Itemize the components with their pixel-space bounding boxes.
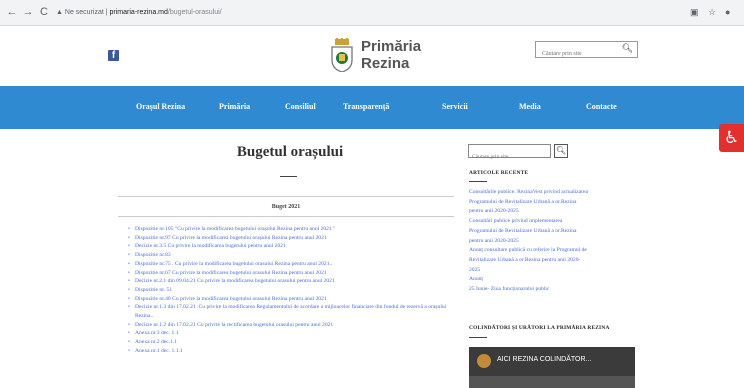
back-arrow-icon[interactable]: ← bbox=[6, 6, 18, 18]
video-thumbnail[interactable]: AICI REZINA COLINDĂTOR... bbox=[469, 347, 635, 388]
nav-item-media[interactable]: Media bbox=[519, 102, 541, 112]
recent-article-link[interactable]: Anunț bbox=[469, 275, 639, 285]
recent-articles-heading: ARTICOLE RECENTE bbox=[469, 170, 529, 176]
url-separator: | bbox=[105, 9, 108, 16]
recent-article-link[interactable]: 25 Iunie- Ziua funcționarului public bbox=[469, 285, 639, 295]
nav-item-consiliul[interactable]: Consiliul bbox=[285, 102, 316, 112]
recent-article-link[interactable]: Consultări publice privind implementarea bbox=[469, 217, 639, 227]
translate-icon[interactable]: ▣ bbox=[690, 6, 699, 18]
search-icon[interactable]: 🔍︎ bbox=[554, 144, 568, 158]
document-link[interactable]: Decizie nr.2.1 din 09.04.21 Cu privire l… bbox=[128, 277, 458, 286]
document-link[interactable]: Decizie nr.1.3 din 17.02.21 .Cu privire … bbox=[128, 303, 458, 320]
facebook-icon[interactable]: f bbox=[108, 50, 119, 61]
recent-article-link[interactable]: pentru anii 2020-2025 bbox=[469, 207, 639, 217]
channel-avatar bbox=[477, 354, 491, 368]
profile-icon[interactable]: ● bbox=[725, 6, 730, 18]
document-link[interactable]: Anexa nr.2 dec.1.1 bbox=[128, 338, 458, 347]
video-section-divider bbox=[469, 337, 487, 338]
recent-articles-list: Consultările publice: RezinaVest privind… bbox=[469, 188, 639, 295]
document-link[interactable]: Dispozitie nr.67 Cu privire la modificar… bbox=[128, 269, 458, 278]
nav-item-transparenta[interactable]: Transparență bbox=[343, 102, 389, 112]
recent-article-link[interactable]: Programului de Revitalizare Urbană a or.… bbox=[469, 227, 639, 237]
star-icon[interactable]: ☆ bbox=[708, 6, 716, 18]
site-logo-text[interactable]: Primăria Rezina bbox=[361, 38, 421, 72]
header-search-input[interactable] bbox=[536, 46, 622, 62]
sidebar-search-input[interactable] bbox=[469, 151, 549, 163]
document-link[interactable]: Decizie nr.1.2 din 17.02.21 Cu privire l… bbox=[128, 321, 458, 330]
nav-item-orasul-rezina[interactable]: Orașul Rezina bbox=[136, 102, 185, 112]
page-title: Bugetul orașului bbox=[236, 144, 344, 160]
document-link[interactable]: Dispozitie nr. 51 bbox=[128, 286, 458, 295]
document-link[interactable]: Dispozitie nr.40 Cu privire la modificar… bbox=[128, 295, 458, 304]
section-header[interactable]: Buget 2021 bbox=[118, 196, 454, 217]
recent-article-link[interactable]: Anunț consultare publică cu referire la … bbox=[469, 246, 639, 256]
recent-articles-divider bbox=[469, 181, 487, 182]
nav-item-primaria[interactable]: Primăria bbox=[219, 102, 250, 112]
browser-toolbar: ← → C ▲ Ne securizat | primaria-rezina.m… bbox=[0, 0, 744, 26]
search-icon[interactable]: 🔍︎ bbox=[622, 44, 633, 54]
address-bar[interactable]: ▲ Ne securizat | primaria-rezina.md/buge… bbox=[56, 4, 656, 21]
url-host: primaria-rezina.md bbox=[109, 9, 168, 16]
accessibility-icon[interactable]: ♿ bbox=[719, 124, 744, 152]
video-people-image bbox=[469, 376, 635, 388]
logo-line1: Primăria bbox=[361, 38, 422, 55]
section-title: Buget 2021 bbox=[271, 204, 301, 210]
recent-article-link[interactable]: Programului de Revitalizare Urbană a or.… bbox=[469, 198, 639, 208]
coat-of-arms-icon[interactable] bbox=[330, 38, 354, 72]
sidebar-search bbox=[468, 144, 551, 163]
document-link[interactable]: Dispozitie nr.97 Cu privire la modificar… bbox=[128, 234, 458, 243]
main-navigation: Orașul Rezina Primăria Consiliul Transpa… bbox=[0, 86, 744, 129]
title-divider bbox=[280, 176, 297, 177]
reload-icon[interactable]: C bbox=[38, 6, 50, 18]
forward-arrow-icon[interactable]: → bbox=[22, 6, 34, 18]
document-link[interactable]: Decizie nr.3.5 Cu privire la modificarea… bbox=[128, 242, 458, 251]
video-title: AICI REZINA COLINDĂTOR... bbox=[497, 356, 592, 363]
url-path: /bugetul-orasului/ bbox=[167, 9, 222, 16]
nav-item-servicii[interactable]: Servicii bbox=[442, 102, 468, 112]
document-link[interactable]: Dispozitie nr.83 bbox=[128, 251, 458, 260]
security-label: Ne securizat bbox=[64, 9, 104, 16]
recent-article-link[interactable]: Consultările publice: RezinaVest privind… bbox=[469, 188, 639, 198]
document-link[interactable]: Dispozitie nr.75 . Cu privire la modific… bbox=[128, 260, 458, 269]
video-section-heading: COLINDĂTORI ȘI URĂTORI LA PRIMĂRIA REZIN… bbox=[469, 325, 610, 331]
recent-article-link[interactable]: pentru anii 2020-2025 bbox=[469, 237, 639, 247]
nav-item-contacte[interactable]: Contacte bbox=[586, 102, 617, 112]
warning-triangle-icon: ▲ bbox=[56, 9, 63, 16]
recent-article-link[interactable]: 2025 bbox=[469, 266, 639, 276]
header-search: 🔍︎ bbox=[535, 41, 638, 62]
document-link[interactable]: Anexa nr.3 dec. 1.1 bbox=[128, 329, 458, 338]
logo-line2: Rezina bbox=[361, 55, 410, 72]
recent-article-link[interactable]: Revitalizare Urbană a or.Rezina pentru a… bbox=[469, 256, 639, 266]
document-list: Dispozitie nr.105 "Cu privire la modific… bbox=[128, 225, 458, 356]
document-link[interactable]: Anexa nr.1 dec. 1.1.1 bbox=[128, 347, 458, 356]
document-link[interactable]: Dispozitie nr.105 "Cu privire la modific… bbox=[128, 225, 458, 234]
